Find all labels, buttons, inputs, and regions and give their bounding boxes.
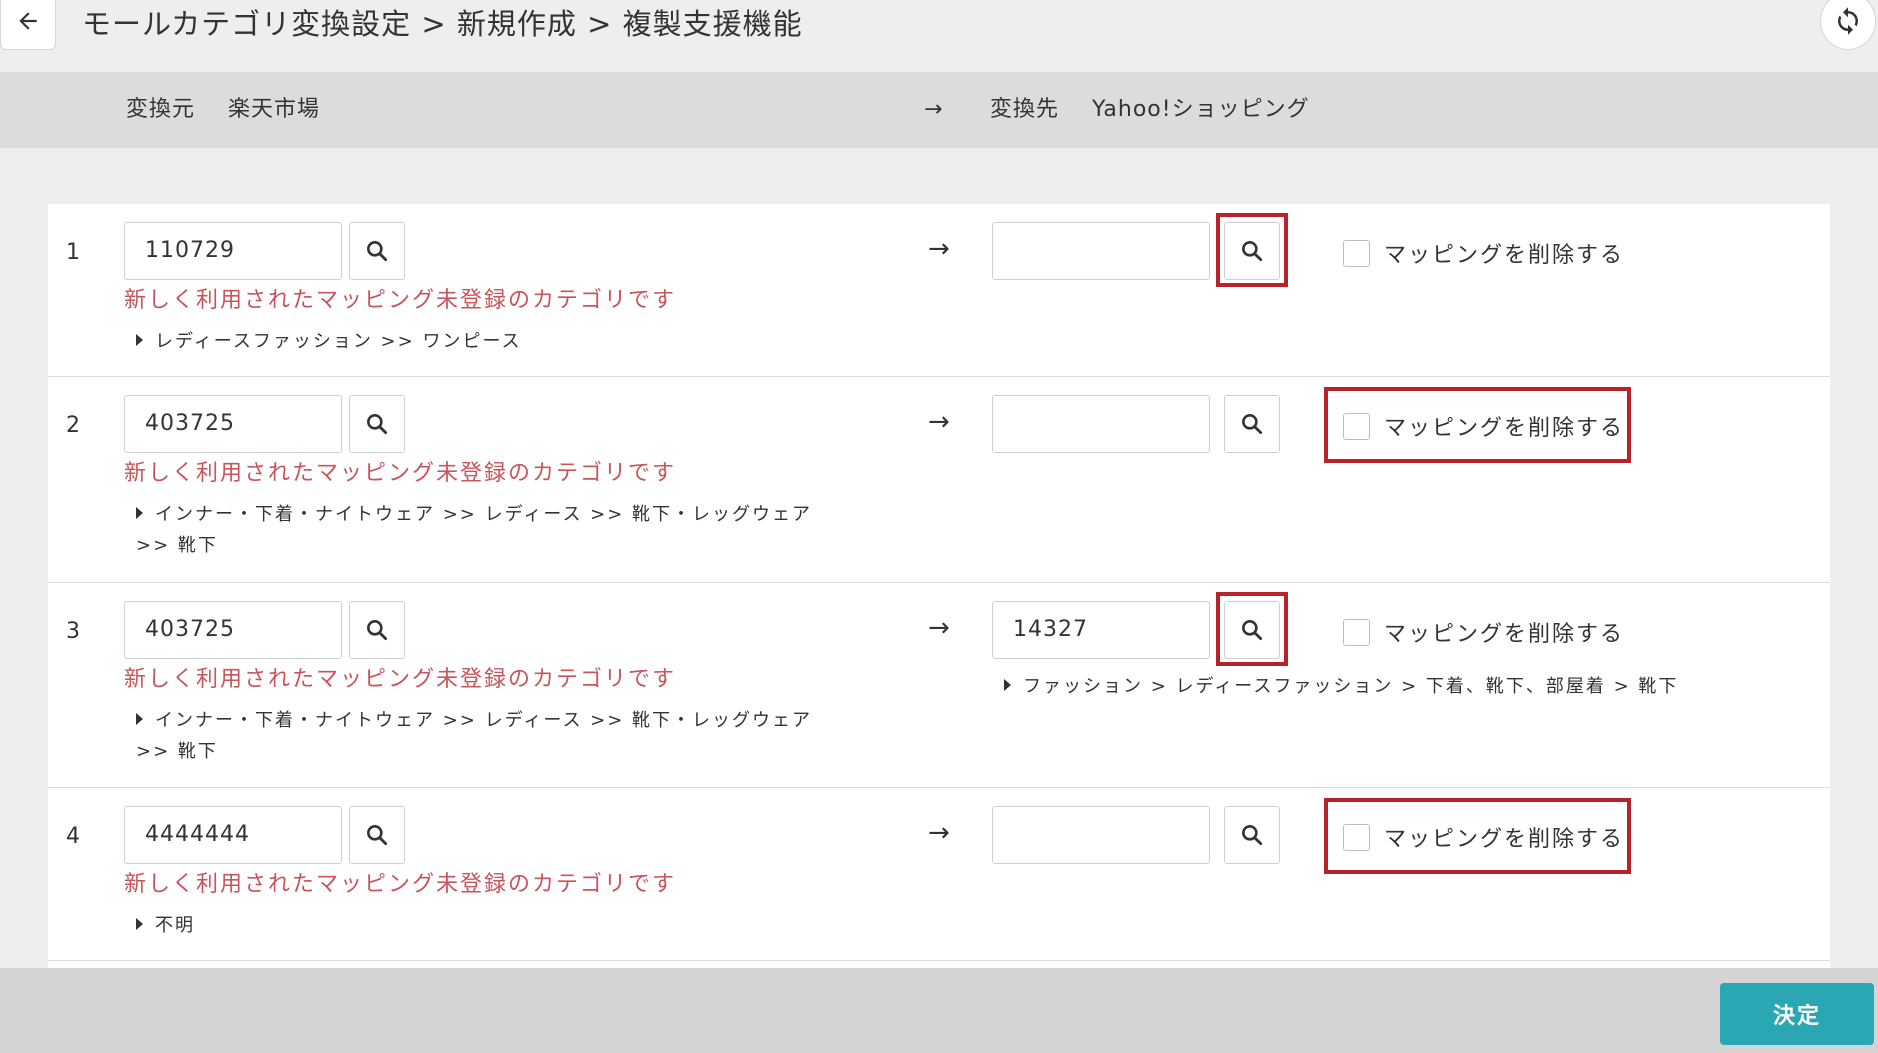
source-mall: 楽天市場 bbox=[228, 97, 321, 122]
search-icon bbox=[367, 620, 388, 641]
mapping-header-bar: 変換元 楽天市場 → 変換先 Yahoo!ショッピング bbox=[0, 72, 1878, 148]
delete-mapping-option[interactable]: マッピングを削除する bbox=[1343, 821, 1624, 853]
mapping-row: 2 403725 → マッピングを削除する 新しく利用されたマッピング未登録のカ… bbox=[48, 377, 1830, 583]
source-category-input[interactable]: 403725 bbox=[124, 395, 342, 453]
source-search-button[interactable] bbox=[349, 806, 405, 864]
footer-bar: 決定 bbox=[0, 968, 1878, 1053]
delete-mapping-option[interactable]: マッピングを削除する bbox=[1343, 616, 1624, 648]
search-icon bbox=[367, 241, 388, 262]
delete-mapping-label: マッピングを削除する bbox=[1384, 416, 1625, 441]
row-arrow: → bbox=[928, 818, 950, 848]
row-number: 4 bbox=[66, 824, 80, 849]
row-number: 1 bbox=[66, 240, 80, 265]
delete-mapping-label: マッピングを削除する bbox=[1384, 243, 1625, 268]
search-icon bbox=[1242, 825, 1263, 846]
target-mall: Yahoo!ショッピング bbox=[1092, 97, 1310, 122]
arrow-left-icon bbox=[19, 12, 37, 30]
row-arrow: → bbox=[928, 407, 950, 437]
target-label: 変換先 bbox=[990, 97, 1060, 122]
mapping-row: 1 110729 → マッピングを削除する 新しく利用されたマッピング未登録のカ… bbox=[48, 204, 1830, 377]
source-search-button[interactable] bbox=[349, 395, 405, 453]
target-category-input[interactable]: 14327 bbox=[992, 601, 1210, 659]
source-search-button[interactable] bbox=[349, 601, 405, 659]
search-icon bbox=[1242, 620, 1263, 641]
mapping-row: 4 4444444 → マッピングを削除する 新しく利用されたマッピング未登録の… bbox=[48, 788, 1830, 961]
row-arrow: → bbox=[928, 613, 950, 643]
bar-arrow: → bbox=[924, 97, 944, 122]
refresh-icon bbox=[1838, 7, 1858, 35]
source-search-button[interactable] bbox=[349, 222, 405, 280]
page-title: モールカテゴリ変換設定 > 新規作成 > 複製支援機能 bbox=[82, 7, 803, 41]
delete-mapping-label: マッピングを削除する bbox=[1384, 622, 1625, 647]
source-category-path: レディースファッション >> ワンピース bbox=[136, 326, 756, 357]
delete-mapping-checkbox[interactable] bbox=[1343, 412, 1370, 440]
unregistered-warning: 新しく利用されたマッピング未登録のカテゴリです bbox=[124, 461, 677, 486]
caret-right-icon bbox=[136, 918, 143, 930]
source-label: 変換元 bbox=[126, 97, 196, 122]
target-category-input[interactable] bbox=[992, 395, 1210, 453]
source-category-path: インナー・下着・ナイトウェア >> レディース >> 靴下・レッグウェア >> … bbox=[136, 504, 813, 556]
source-category-path: 不明 bbox=[136, 910, 756, 941]
mapping-row: 3 403725 → 14327 マッピングを削除する 新しく利用されたマッピン… bbox=[48, 583, 1830, 788]
target-search-button[interactable] bbox=[1224, 222, 1280, 280]
delete-mapping-checkbox[interactable] bbox=[1343, 823, 1370, 851]
target-category-path: ファッション > レディースファッション > 下着、靴下、部屋着 > 靴下 bbox=[1004, 671, 1824, 702]
search-icon bbox=[1242, 241, 1263, 262]
delete-mapping-option[interactable]: マッピングを削除する bbox=[1343, 410, 1624, 442]
search-icon bbox=[367, 825, 388, 846]
unregistered-warning: 新しく利用されたマッピング未登録のカテゴリです bbox=[124, 288, 677, 313]
delete-mapping-label: マッピングを削除する bbox=[1384, 827, 1625, 852]
row-number: 3 bbox=[66, 619, 80, 644]
caret-right-icon bbox=[136, 334, 143, 346]
target-search-button[interactable] bbox=[1224, 395, 1280, 453]
search-icon bbox=[1242, 414, 1263, 435]
unregistered-warning: 新しく利用されたマッピング未登録のカテゴリです bbox=[124, 872, 677, 897]
unregistered-warning: 新しく利用されたマッピング未登録のカテゴリです bbox=[124, 667, 677, 692]
confirm-button[interactable]: 決定 bbox=[1720, 983, 1874, 1045]
target-category-input[interactable] bbox=[992, 222, 1210, 280]
delete-mapping-option[interactable]: マッピングを削除する bbox=[1343, 237, 1624, 269]
refresh-button[interactable] bbox=[1820, 0, 1876, 50]
delete-mapping-checkbox[interactable] bbox=[1343, 239, 1370, 267]
back-button[interactable] bbox=[0, 0, 56, 50]
source-category-path: インナー・下着・ナイトウェア >> レディース >> 靴下・レッグウェア >> … bbox=[136, 710, 813, 762]
target-search-button[interactable] bbox=[1224, 806, 1280, 864]
caret-right-icon bbox=[136, 507, 143, 519]
target-search-button[interactable] bbox=[1224, 601, 1280, 659]
search-icon bbox=[367, 414, 388, 435]
caret-right-icon bbox=[136, 713, 143, 725]
row-arrow: → bbox=[928, 234, 950, 264]
mapping-list: 1 110729 → マッピングを削除する 新しく利用されたマッピング未登録のカ… bbox=[48, 204, 1830, 968]
target-category-input[interactable] bbox=[992, 806, 1210, 864]
source-category-input[interactable]: 403725 bbox=[124, 601, 342, 659]
delete-mapping-checkbox[interactable] bbox=[1343, 618, 1370, 646]
source-category-input[interactable]: 4444444 bbox=[124, 806, 342, 864]
caret-right-icon bbox=[1004, 679, 1011, 691]
row-number: 2 bbox=[66, 413, 80, 438]
source-category-input[interactable]: 110729 bbox=[124, 222, 342, 280]
